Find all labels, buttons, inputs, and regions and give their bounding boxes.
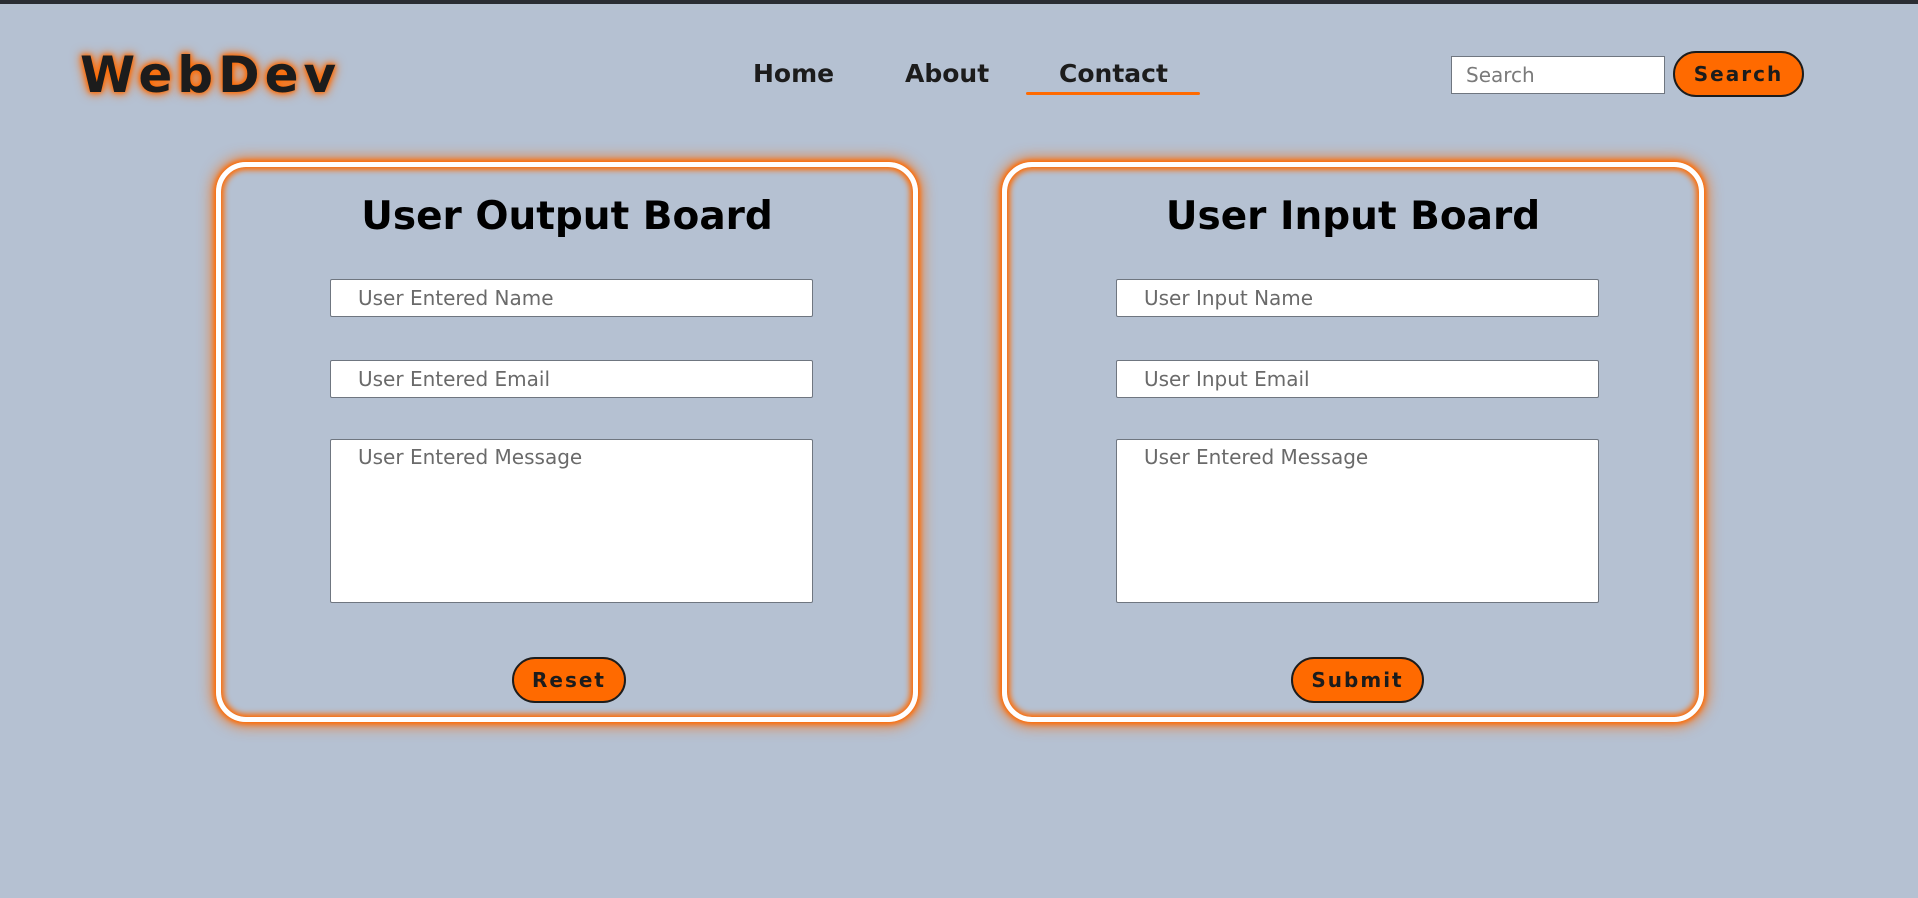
output-name-field[interactable] <box>330 279 813 317</box>
nav-link-contact[interactable]: Contact <box>1059 57 1168 91</box>
input-email-field[interactable] <box>1116 360 1599 398</box>
search-input[interactable] <box>1451 56 1665 94</box>
submit-button[interactable]: Submit <box>1291 657 1424 703</box>
output-message-field[interactable] <box>330 439 813 603</box>
user-input-board: User Input Board Submit <box>1002 162 1704 722</box>
active-nav-indicator <box>1026 92 1200 95</box>
nav-link-about[interactable]: About <box>905 57 989 91</box>
output-email-field[interactable] <box>330 360 813 398</box>
input-name-field[interactable] <box>1116 279 1599 317</box>
site-logo[interactable]: WebDev <box>80 40 341 110</box>
input-board-title: User Input Board <box>1165 194 1541 239</box>
reset-button[interactable]: Reset <box>512 657 626 703</box>
input-message-field[interactable] <box>1116 439 1599 603</box>
search-button[interactable]: Search <box>1673 51 1804 97</box>
user-output-board: User Output Board Reset <box>216 162 918 722</box>
nav-link-home[interactable]: Home <box>753 57 834 91</box>
window-top-edge <box>0 0 1918 4</box>
output-board-title: User Output Board <box>361 194 773 239</box>
